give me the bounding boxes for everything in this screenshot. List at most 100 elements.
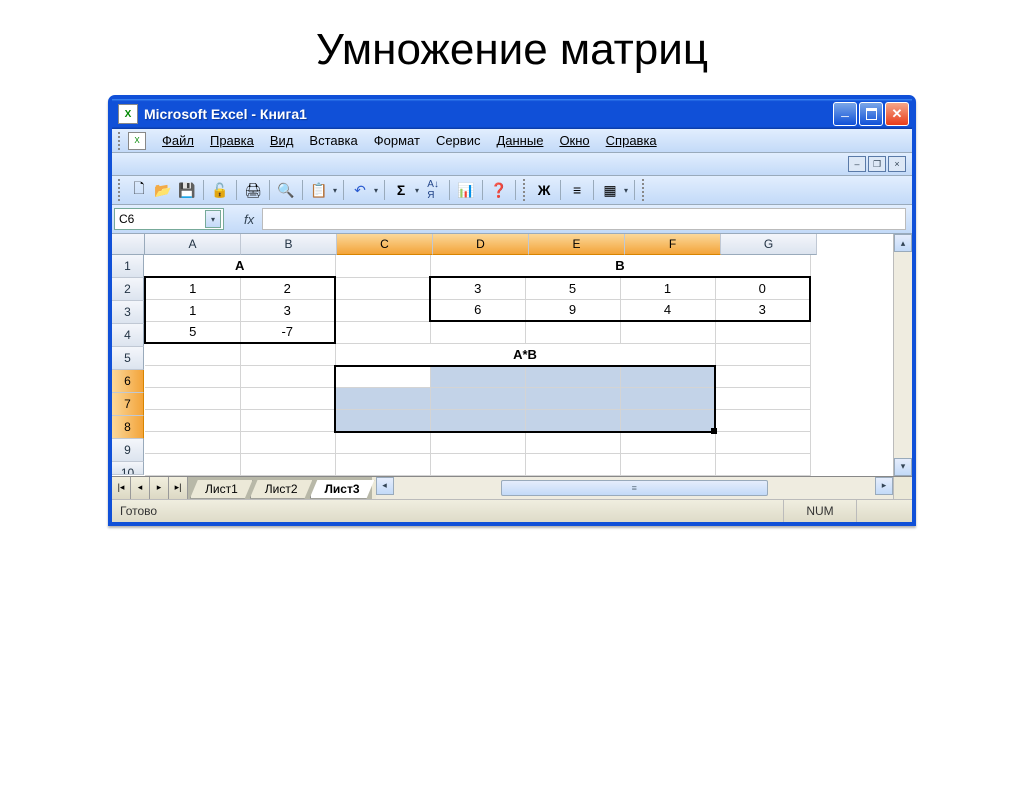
menu-insert[interactable]: Вставка [301, 131, 365, 150]
hscroll-thumb[interactable]: ≡ [501, 480, 768, 496]
cell-D3[interactable]: 6 [430, 299, 525, 321]
formula-input[interactable] [262, 208, 906, 230]
mdi-close[interactable]: × [888, 156, 906, 172]
col-header-D[interactable]: D [433, 234, 529, 255]
cell-C7[interactable] [335, 387, 430, 409]
print-icon[interactable]: 🖨 [242, 179, 264, 201]
autosum-icon[interactable]: Σ [390, 179, 412, 201]
bold-button[interactable]: Ж [533, 179, 555, 201]
chart-wizard-icon[interactable]: 📊 [455, 179, 477, 201]
cell-A10[interactable] [145, 453, 240, 475]
cell-C6[interactable] [335, 365, 430, 387]
row-header-7[interactable]: 7 [112, 393, 144, 416]
col-header-E[interactable]: E [529, 234, 625, 255]
row-header-10[interactable]: 10 [112, 462, 144, 475]
cell-G8[interactable] [715, 409, 810, 431]
cell-A1[interactable]: A [145, 255, 335, 277]
cell-A6[interactable] [145, 365, 240, 387]
cell-G5[interactable] [715, 343, 810, 365]
borders-dropdown-icon[interactable]: ▾ [623, 186, 629, 195]
sheet-tab-2[interactable]: Лист2 [250, 480, 313, 499]
borders-icon[interactable]: ▦ [599, 179, 621, 201]
toolbar-handle-icon[interactable] [118, 179, 124, 201]
cell-C1[interactable] [335, 255, 430, 277]
format-toolbar-handle-icon[interactable] [523, 179, 529, 201]
cell-C8[interactable] [335, 409, 430, 431]
cell-E8[interactable] [525, 409, 620, 431]
cell-B6[interactable] [240, 365, 335, 387]
fx-icon[interactable]: fx [244, 212, 254, 227]
sheet-tab-3[interactable]: Лист3 [310, 480, 375, 499]
row-header-8[interactable]: 8 [112, 416, 144, 439]
sort-icon[interactable]: А↓Я [422, 179, 444, 201]
cell-G3[interactable]: 3 [715, 299, 810, 321]
mdi-minimize[interactable]: – [848, 156, 866, 172]
menu-format[interactable]: Формат [366, 131, 428, 150]
scroll-up-icon[interactable]: ▴ [894, 234, 912, 252]
end-handle-icon[interactable] [642, 179, 648, 201]
horizontal-scrollbar[interactable]: ◂ ≡ ▸ [376, 477, 893, 499]
menu-edit[interactable]: Правка [202, 131, 262, 150]
help-icon[interactable]: ❓ [488, 179, 510, 201]
autosum-dropdown-icon[interactable]: ▾ [414, 186, 420, 195]
col-header-A[interactable]: A [145, 234, 241, 255]
sheet-tab-1[interactable]: Лист1 [190, 480, 253, 499]
cell-F7[interactable] [620, 387, 715, 409]
cell-G4[interactable] [715, 321, 810, 343]
cell-E7[interactable] [525, 387, 620, 409]
cell-A5[interactable] [145, 343, 240, 365]
cell-G7[interactable] [715, 387, 810, 409]
new-file-icon[interactable]: 🗋 [128, 179, 150, 201]
name-box-dropdown-icon[interactable]: ▾ [205, 210, 221, 228]
row-header-6[interactable]: 6 [112, 370, 144, 393]
cell-F3[interactable]: 4 [620, 299, 715, 321]
cell-B2[interactable]: 2 [240, 277, 335, 299]
cell-G6[interactable] [715, 365, 810, 387]
open-file-icon[interactable]: 📂 [152, 179, 174, 201]
cell-E3[interactable]: 9 [525, 299, 620, 321]
cell-C10[interactable] [335, 453, 430, 475]
close-button[interactable] [885, 102, 909, 126]
row-header-5[interactable]: 5 [112, 347, 144, 370]
print-preview-icon[interactable]: 🔍 [275, 179, 297, 201]
cell-D6[interactable] [430, 365, 525, 387]
menu-window[interactable]: Окно [551, 131, 597, 150]
tab-next-icon[interactable]: ▸ [150, 477, 169, 499]
cell-C4[interactable] [335, 321, 430, 343]
vertical-scrollbar[interactable]: ▴ ▾ [893, 234, 912, 476]
cell-D8[interactable] [430, 409, 525, 431]
cell-E9[interactable] [525, 431, 620, 453]
cell-F6[interactable] [620, 365, 715, 387]
document-icon[interactable] [128, 132, 146, 150]
menu-view[interactable]: Вид [262, 131, 302, 150]
cell-B8[interactable] [240, 409, 335, 431]
row-header-4[interactable]: 4 [112, 324, 144, 347]
cell-G2[interactable]: 0 [715, 277, 810, 299]
select-all-corner[interactable] [112, 234, 145, 255]
toolbar-handle[interactable] [118, 132, 124, 150]
cell-F4[interactable] [620, 321, 715, 343]
col-header-B[interactable]: B [241, 234, 337, 255]
row-header-3[interactable]: 3 [112, 301, 144, 324]
cell-D1[interactable]: B [430, 255, 810, 277]
cell-A3[interactable]: 1 [145, 299, 240, 321]
cell-E2[interactable]: 5 [525, 277, 620, 299]
tab-first-icon[interactable]: |◂ [112, 477, 131, 499]
cell-E6[interactable] [525, 365, 620, 387]
cell-E4[interactable] [525, 321, 620, 343]
cell-D7[interactable] [430, 387, 525, 409]
cell-B9[interactable] [240, 431, 335, 453]
cell-B5[interactable] [240, 343, 335, 365]
cell-B3[interactable]: 3 [240, 299, 335, 321]
scroll-down-icon[interactable]: ▾ [894, 458, 912, 476]
maximize-button[interactable] [859, 102, 883, 126]
cell-B4[interactable]: -7 [240, 321, 335, 343]
col-header-G[interactable]: G [721, 234, 817, 255]
cell-A4[interactable]: 5 [145, 321, 240, 343]
cell-G10[interactable] [715, 453, 810, 475]
menu-file[interactable]: Файл [154, 131, 202, 150]
minimize-button[interactable] [833, 102, 857, 126]
cell-E10[interactable] [525, 453, 620, 475]
tab-last-icon[interactable]: ▸| [169, 477, 188, 499]
menu-help[interactable]: Справка [598, 131, 665, 150]
